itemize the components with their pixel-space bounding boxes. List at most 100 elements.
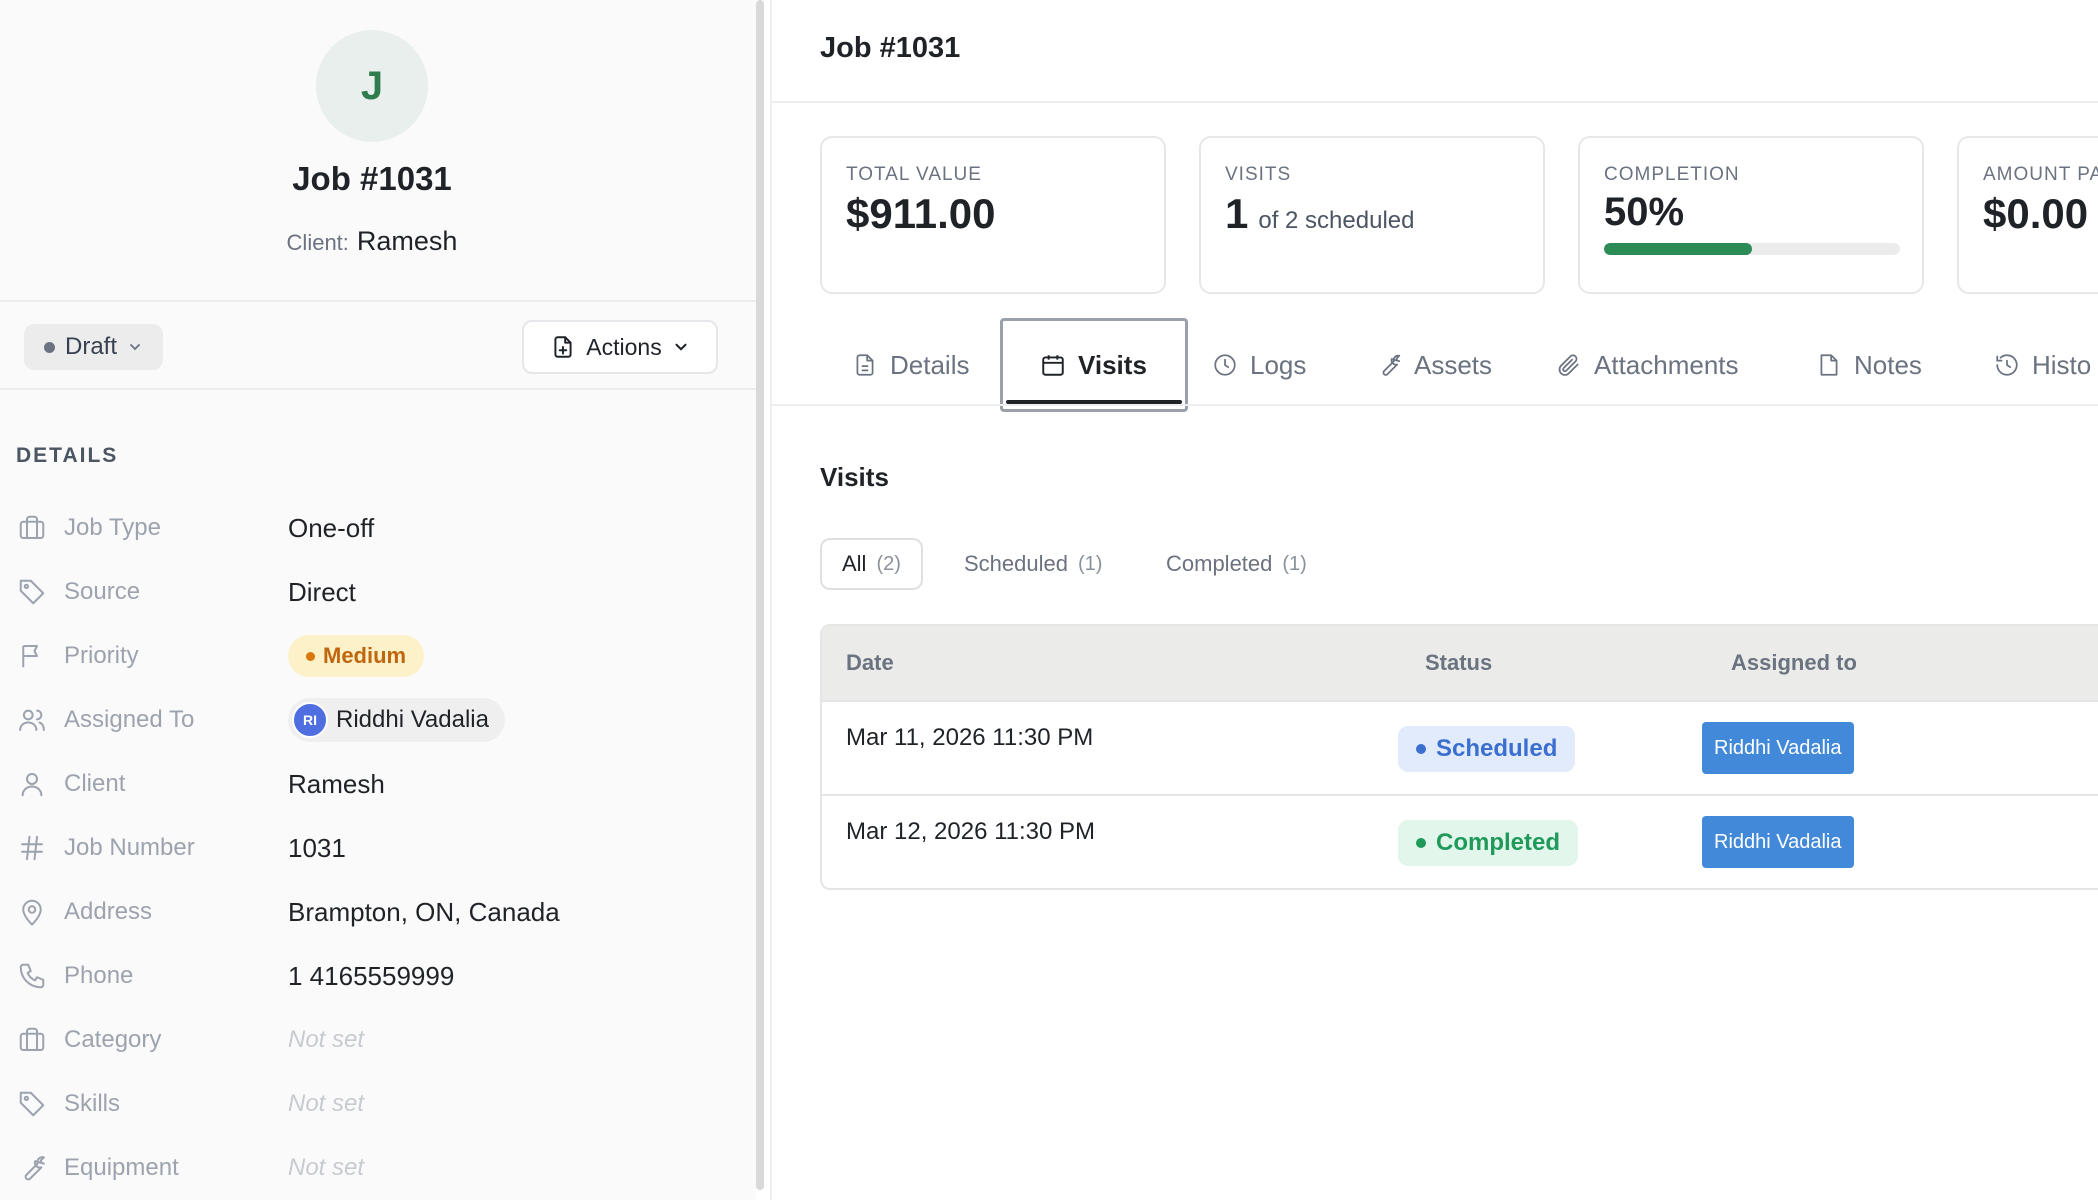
phone-icon [16, 960, 48, 992]
completion-progress-fill [1604, 243, 1752, 255]
priority-label: Medium [323, 643, 407, 668]
tab-logs[interactable]: Logs [1212, 340, 1306, 390]
divider [0, 300, 756, 302]
detail-value: Not set [288, 1090, 365, 1117]
table-row[interactable]: Mar 11, 2026 11:30 PM Scheduled Riddhi V… [822, 700, 2098, 794]
detail-value: Ramesh [288, 768, 385, 799]
tab-label: Notes [1854, 349, 1922, 380]
avatar: J [316, 30, 428, 142]
detail-key: Source [64, 578, 141, 605]
user-icon [16, 768, 48, 800]
detail-value: 1 4165559999 [288, 960, 455, 991]
job-title: Job #1031 [292, 160, 452, 197]
filter-completed[interactable]: Completed (1) [1146, 538, 1327, 590]
stat-card-amount-paid: AMOUNT PA $0.00 [1957, 136, 2098, 294]
note-icon [1820, 354, 1838, 376]
filter-label: All [842, 551, 867, 576]
detail-row-assigned-to: Assigned To RI Riddhi Vadalia [16, 698, 736, 742]
detail-row-address: Address Brampton, ON, Canada [16, 892, 736, 932]
page-title: Job #1031 [820, 32, 961, 64]
table-header: Date Status Assigned to [822, 626, 2098, 700]
tab-label: Details [890, 349, 970, 380]
job-sidebar: J Job #1031 Client: Ramesh Draft Actions … [0, 0, 756, 1200]
assignee-name: Riddhi Vadalia [336, 706, 489, 733]
assignee-badge[interactable]: Riddhi Vadalia [1702, 722, 1854, 774]
job-main: Job #1031 TOTAL VALUE $911.00 VISITS 1 of… [772, 0, 2098, 1200]
detail-row-job-type: Job Type One-off [16, 508, 736, 548]
detail-value: Direct [288, 576, 356, 607]
detail-row-client: Client Ramesh [16, 764, 736, 804]
section-label-details: DETAILS [16, 444, 119, 467]
detail-row-source: Source Direct [16, 572, 736, 612]
filter-scheduled[interactable]: Scheduled (1) [944, 538, 1122, 590]
status-dot [1416, 744, 1426, 754]
tab-label: Logs [1250, 349, 1307, 380]
filter-label: Scheduled [964, 551, 1068, 576]
status-label: Scheduled [1436, 735, 1558, 762]
stat-value: 50% [1604, 190, 1685, 234]
status-dot [1416, 838, 1426, 848]
stat-card-visits: VISITS 1 of 2 scheduled [1199, 136, 1545, 294]
tab-attachments[interactable]: Attachments [1556, 340, 1739, 390]
filter-label: Completed [1166, 551, 1273, 576]
client-label: Client: [286, 230, 349, 255]
table-row[interactable]: Mar 12, 2026 11:30 PM Completed Riddhi V… [822, 794, 2098, 888]
tab-label: Visits [1078, 349, 1147, 380]
column-header-status: Status [1425, 650, 1493, 675]
chevron-down-icon [130, 344, 140, 351]
assignee-chip[interactable]: RI Riddhi Vadalia [288, 698, 505, 742]
tab-bar: Details Visits Logs Assets Attachments N… [772, 316, 2098, 412]
detail-key: Category [64, 1026, 162, 1053]
clock-icon [1214, 354, 1236, 376]
divider [772, 101, 2098, 103]
tab-assets[interactable]: Assets [1376, 340, 1492, 390]
users-icon [16, 704, 48, 736]
avatar-initial: J [360, 63, 384, 108]
status-label: Completed [1436, 829, 1561, 856]
detail-key: Priority [64, 642, 139, 669]
detail-row-job-number: Job Number 1031 [16, 828, 736, 868]
sidebar-scrollbar[interactable] [756, 0, 764, 1190]
tab-history[interactable]: Histo [1994, 340, 2091, 390]
tab-details[interactable]: Details [852, 340, 969, 390]
status-dropdown[interactable]: Draft [24, 324, 164, 370]
history-icon [1996, 354, 2018, 376]
tab-visits[interactable]: Visits [1040, 340, 1147, 390]
tab-label: Histo [2032, 349, 2092, 380]
stat-value: $911.00 [846, 190, 996, 237]
detail-key: Skills [64, 1090, 121, 1117]
file-plus-icon [554, 336, 572, 358]
detail-key: Job Type [64, 514, 161, 541]
tab-notes[interactable]: Notes [1816, 340, 1922, 390]
detail-row-phone: Phone 1 4165559999 [16, 956, 736, 996]
assignee-badge[interactable]: Riddhi Vadalia [1702, 816, 1854, 868]
briefcase-icon [16, 512, 48, 544]
detail-value: One-off [288, 512, 375, 543]
client-line: Client: Ramesh [0, 226, 744, 257]
chevron-down-icon [675, 343, 687, 351]
stat-card-total-value: TOTAL VALUE $911.00 [820, 136, 1166, 294]
visit-date: Mar 11, 2026 11:30 PM [846, 724, 1094, 751]
filter-count: (1) [1077, 552, 1103, 575]
column-header-assigned-to: Assigned to [1731, 650, 1857, 675]
filter-all[interactable]: All (2) [820, 538, 923, 590]
detail-key: Phone [64, 962, 134, 989]
stat-card-completion: COMPLETION 50% [1578, 136, 1924, 294]
priority-badge: Medium [288, 635, 425, 677]
visits-table: Date Status Assigned to Mar 11, 2026 11:… [820, 624, 2098, 890]
detail-key: Client [64, 770, 126, 797]
avatar: RI [292, 702, 328, 738]
hash-icon [16, 832, 48, 864]
detail-key: Assigned To [64, 706, 195, 733]
detail-key: Job Number [64, 834, 195, 861]
detail-value: Brampton, ON, Canada [288, 896, 560, 927]
column-header-date: Date [846, 650, 894, 675]
detail-value: Not set [288, 1026, 365, 1053]
status-label: Draft [65, 333, 118, 360]
divider [0, 388, 756, 390]
detail-row-equipment: Equipment Not set [16, 1148, 736, 1188]
tag-icon [16, 576, 48, 608]
document-icon [856, 354, 874, 376]
actions-button[interactable]: Actions [522, 320, 718, 374]
tag-icon [16, 1088, 48, 1120]
